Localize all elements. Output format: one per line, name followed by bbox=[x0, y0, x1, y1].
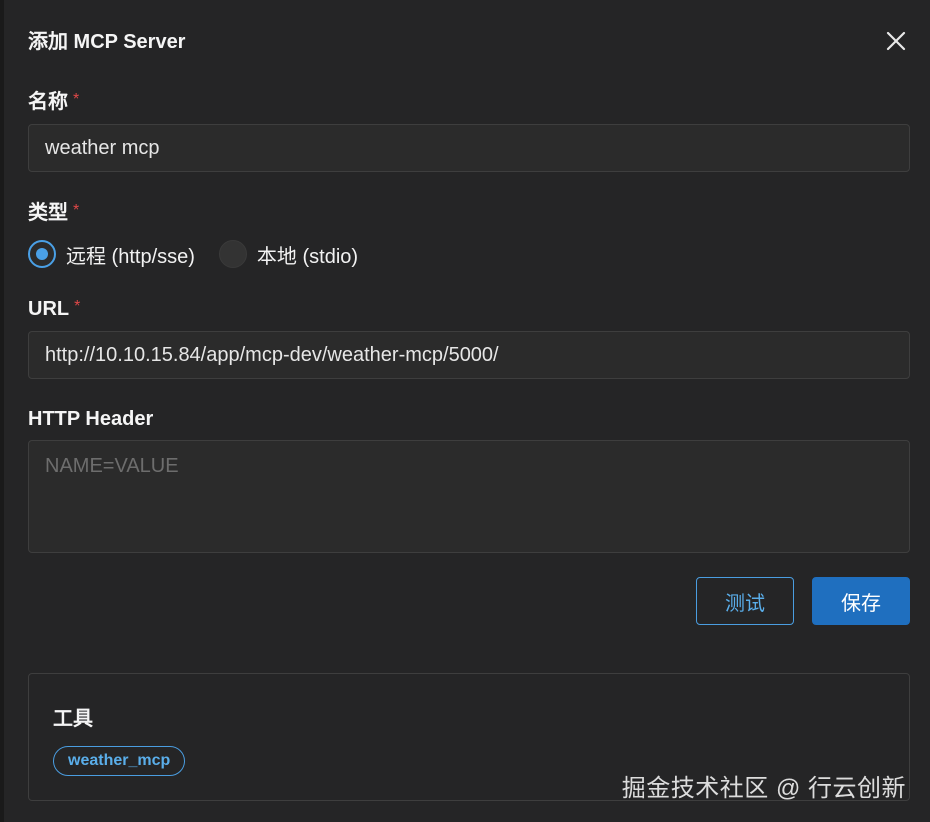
url-label-text: URL bbox=[28, 298, 70, 320]
radio-checked-icon bbox=[28, 240, 56, 268]
type-label: 类型 * bbox=[28, 200, 79, 226]
url-label: URL * bbox=[28, 296, 80, 322]
http-header-label: HTTP Header bbox=[28, 408, 154, 430]
radio-remote-label: 远程 (http/sse) bbox=[66, 245, 195, 268]
watermark: 掘金技术社区 @ 行云创新 bbox=[621, 775, 906, 802]
tools-title: 工具 bbox=[53, 708, 93, 730]
radio-unchecked-icon bbox=[218, 240, 247, 268]
http-header-textarea[interactable] bbox=[28, 440, 910, 553]
type-label-text: 类型 bbox=[28, 202, 68, 224]
dialog-title: 添加 MCP Server bbox=[28, 31, 186, 53]
close-button[interactable] bbox=[882, 27, 910, 55]
type-radio-group: 远程 (http/sse) 本地 (stdio) bbox=[28, 238, 382, 270]
required-mark: * bbox=[73, 91, 80, 108]
required-mark: * bbox=[73, 202, 80, 219]
radio-local[interactable]: 本地 (stdio) bbox=[218, 240, 359, 269]
tool-chip[interactable]: weather_mcp bbox=[53, 746, 186, 776]
add-mcp-server-dialog: 添加 MCP Server 名称 * 类型 * 远程 (http/sse) 本地 (… bbox=[0, 0, 930, 822]
radio-local-label: 本地 (stdio) bbox=[256, 245, 359, 268]
radio-remote[interactable]: 远程 (http/sse) bbox=[28, 240, 195, 269]
window-edge bbox=[0, 0, 4, 822]
required-mark: * bbox=[74, 298, 81, 315]
name-label: 名称 * bbox=[28, 89, 79, 115]
url-input[interactable] bbox=[28, 331, 910, 379]
save-button[interactable]: 保存 bbox=[812, 577, 910, 625]
name-label-text: 名称 bbox=[28, 91, 68, 113]
test-button[interactable]: 测试 bbox=[696, 577, 794, 625]
name-input[interactable] bbox=[28, 124, 910, 172]
close-icon bbox=[886, 31, 906, 51]
